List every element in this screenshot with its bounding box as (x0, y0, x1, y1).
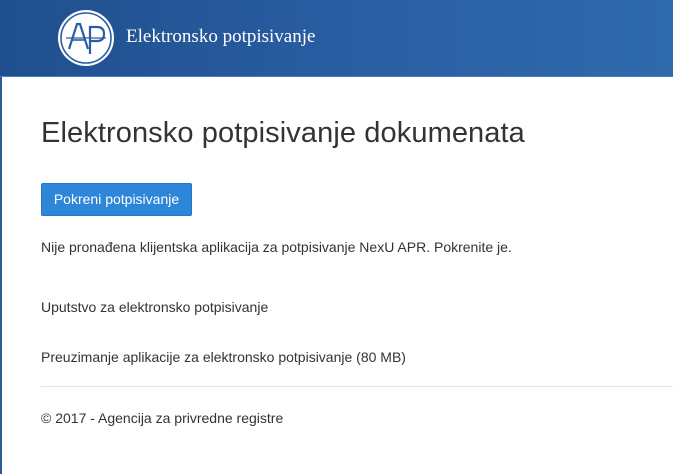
header-title[interactable]: Elektronsko potpisivanje (126, 26, 315, 48)
apr-logo[interactable] (57, 9, 115, 67)
instructions-link[interactable]: Uputstvo za elektronsko potpisivanje (41, 299, 268, 315)
status-message: Nije pronađena klijentska aplikacija za … (41, 239, 512, 255)
footer-divider (41, 386, 673, 387)
app-header: Elektronsko potpisivanje (0, 0, 673, 77)
page-title: Elektronsko potpisivanje dokumenata (41, 117, 525, 150)
footer-copyright: © 2017 - Agencija za privredne registre (41, 410, 284, 426)
left-border (0, 77, 2, 474)
start-signing-button[interactable]: Pokreni potpisivanje (41, 183, 192, 216)
apr-logo-icon (58, 10, 114, 66)
download-app-link[interactable]: Preuzimanje aplikacije za elektronsko po… (41, 349, 406, 365)
